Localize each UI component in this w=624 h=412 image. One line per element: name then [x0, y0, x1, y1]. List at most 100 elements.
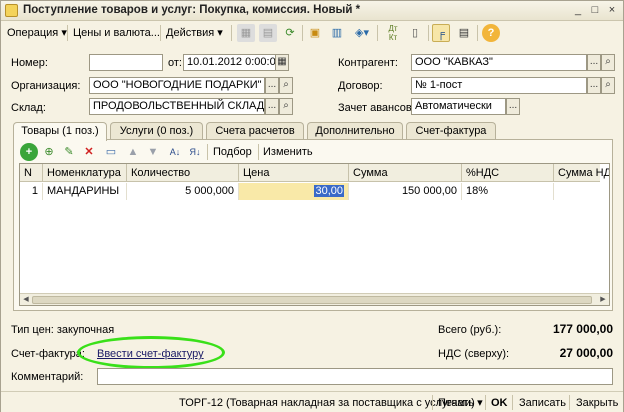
- toolbar-separator: [302, 25, 303, 41]
- toolbar-separator: [160, 25, 161, 41]
- organization-select-button[interactable]: ...: [265, 77, 279, 94]
- price-type-text: Тип цен: закупочная: [11, 324, 115, 336]
- scroll-right-icon[interactable]: ▶: [598, 295, 608, 305]
- column-header-vat-rate[interactable]: %НДС: [462, 164, 554, 182]
- columns-icon[interactable]: ▤: [455, 24, 473, 42]
- table-row[interactable]: 1 МАНДАРИНЫ 5 000,000 30,00 150 000,00 1…: [20, 183, 600, 200]
- table-add-icon[interactable]: ▦: [237, 24, 255, 42]
- title-bar: Поступление товаров и услуг: Покупка, ко…: [1, 1, 623, 21]
- comment-label: Комментарий:: [11, 371, 84, 383]
- contract-label: Договор:: [338, 80, 383, 92]
- bottom-command-bar: ТОРГ-12 (Товарная накладная за поставщик…: [1, 391, 623, 412]
- cell-vat-rate[interactable]: 18%: [462, 183, 554, 200]
- warehouse-field[interactable]: ПРОДОВОЛЬСТВЕННЫЙ СКЛАД: [89, 98, 265, 115]
- minimize-button[interactable]: _: [571, 4, 585, 17]
- scroll-left-icon[interactable]: ◀: [21, 295, 31, 305]
- column-header-n[interactable]: N: [20, 164, 43, 182]
- copy-icon[interactable]: ▤: [259, 24, 277, 42]
- contract-select-button[interactable]: ...: [587, 77, 601, 94]
- tab-services[interactable]: Услуги (0 поз.): [110, 122, 203, 140]
- cell-item[interactable]: МАНДАРИНЫ: [43, 183, 127, 200]
- operation-menu[interactable]: Операция ▾: [7, 24, 67, 42]
- number-field[interactable]: [89, 54, 163, 71]
- comment-field[interactable]: [97, 368, 613, 385]
- toolbar-separator: [207, 144, 208, 160]
- cell-sum[interactable]: 150 000,00: [349, 183, 462, 200]
- dt-kt-icon[interactable]: Дт Кт: [384, 24, 402, 42]
- column-header-item[interactable]: Номенклатура: [43, 164, 127, 182]
- contractor-label: Контрагент:: [338, 57, 398, 69]
- command-separator: [569, 395, 570, 410]
- table-toolbar: + ⊕ ✎ ✕ ▭ ▲ ▼ A↓ Я↓ Подбор Изменить: [20, 142, 610, 162]
- copy-row-icon[interactable]: ⊕: [40, 143, 58, 161]
- warehouse-select-button[interactable]: ...: [265, 98, 279, 115]
- print-menu[interactable]: Печать ▾: [438, 395, 483, 411]
- command-separator: [512, 395, 513, 410]
- command-separator: [485, 395, 486, 410]
- ok-button[interactable]: OK: [491, 395, 508, 411]
- help-icon[interactable]: ?: [482, 24, 500, 42]
- contractor-search-icon[interactable]: ⌕: [601, 54, 615, 71]
- contractor-select-button[interactable]: ...: [587, 54, 601, 71]
- structure-icon[interactable]: ▥: [328, 24, 346, 42]
- advance-offset-label: Зачет авансов:: [338, 102, 415, 114]
- tab-invoice[interactable]: Счет-фактура: [406, 122, 496, 140]
- end-edit-icon[interactable]: ▭: [102, 143, 120, 161]
- sort-descending-icon[interactable]: Я↓: [186, 143, 204, 161]
- sort-ascending-icon[interactable]: A↓: [166, 143, 184, 161]
- maximize-button[interactable]: □: [588, 4, 602, 17]
- advance-offset-field[interactable]: Автоматически: [411, 98, 506, 115]
- column-header-price[interactable]: Цена: [239, 164, 349, 182]
- change-button[interactable]: Изменить: [263, 143, 313, 161]
- document-icon: [5, 4, 18, 17]
- delete-row-icon[interactable]: ✕: [80, 143, 98, 161]
- based-on-icon[interactable]: ◈▾: [353, 24, 371, 42]
- cell-n[interactable]: 1: [20, 183, 43, 200]
- tab-additional[interactable]: Дополнительно: [307, 122, 403, 140]
- toolbar-separator: [231, 25, 232, 41]
- column-header-vat-sum[interactable]: Сумма НДС: [554, 164, 609, 182]
- warehouse-search-icon[interactable]: ⌕: [279, 98, 293, 115]
- torg12-print-button[interactable]: ТОРГ-12 (Товарная накладная за поставщик…: [179, 395, 475, 411]
- close-window-button[interactable]: ×: [605, 4, 619, 17]
- tab-settlement-accounts[interactable]: Счета расчетов: [206, 122, 304, 140]
- actions-menu[interactable]: Действия ▾: [166, 24, 223, 42]
- advance-offset-select-button[interactable]: ...: [506, 98, 520, 115]
- refresh-icon[interactable]: ⟳: [281, 24, 299, 42]
- post-document-icon[interactable]: ▣: [306, 24, 324, 42]
- edit-row-icon[interactable]: ✎: [60, 143, 78, 161]
- goods-table[interactable]: N Номенклатура Количество Цена Сумма %НД…: [19, 163, 610, 306]
- contract-search-icon[interactable]: ⌕: [601, 77, 615, 94]
- cell-vat-sum[interactable]: [554, 183, 609, 200]
- highlight-circle: [77, 336, 225, 369]
- save-button[interactable]: Записать: [519, 395, 566, 411]
- toolbar-separator: [477, 25, 478, 41]
- cell-quantity[interactable]: 5 000,000: [127, 183, 239, 200]
- toolbar-separator: [258, 144, 259, 160]
- date-label: от:: [168, 57, 182, 69]
- prices-currency-button[interactable]: Цены и валюта...: [73, 24, 160, 42]
- move-down-icon[interactable]: ▼: [144, 143, 162, 161]
- journal-icon[interactable]: ▯: [406, 24, 424, 42]
- invoice-label: Счет-фактура:: [11, 348, 85, 360]
- tab-goods[interactable]: Товары (1 поз.): [13, 122, 107, 141]
- horizontal-scrollbar[interactable]: ◀ ▶: [20, 293, 609, 305]
- add-row-icon[interactable]: +: [20, 143, 38, 161]
- scrollbar-thumb[interactable]: [32, 296, 592, 304]
- select-items-button[interactable]: Подбор: [213, 143, 252, 161]
- contract-field[interactable]: № 1-пост: [411, 77, 587, 94]
- organization-search-icon[interactable]: ⌕: [279, 77, 293, 94]
- date-field[interactable]: 10.01.2012 0:00:00: [183, 54, 276, 71]
- move-up-icon[interactable]: ▲: [124, 143, 142, 161]
- cell-price[interactable]: 30,00: [239, 183, 349, 200]
- toolbar-separator: [67, 25, 68, 41]
- contractor-field[interactable]: ООО "КАВКАЗ": [411, 54, 587, 71]
- calendar-button[interactable]: ▦: [275, 54, 289, 71]
- warehouse-label: Склад:: [11, 102, 46, 114]
- column-header-quantity[interactable]: Количество: [127, 164, 239, 182]
- column-header-sum[interactable]: Сумма: [349, 164, 462, 182]
- goods-panel: + ⊕ ✎ ✕ ▭ ▲ ▼ A↓ Я↓ Подбор Изменить N Но…: [13, 139, 613, 311]
- organization-field[interactable]: ООО "НОВОГОДНИЕ ПОДАРКИ": [89, 77, 265, 94]
- hierarchy-icon[interactable]: ╒: [432, 24, 450, 42]
- close-button[interactable]: Закрыть: [576, 395, 618, 411]
